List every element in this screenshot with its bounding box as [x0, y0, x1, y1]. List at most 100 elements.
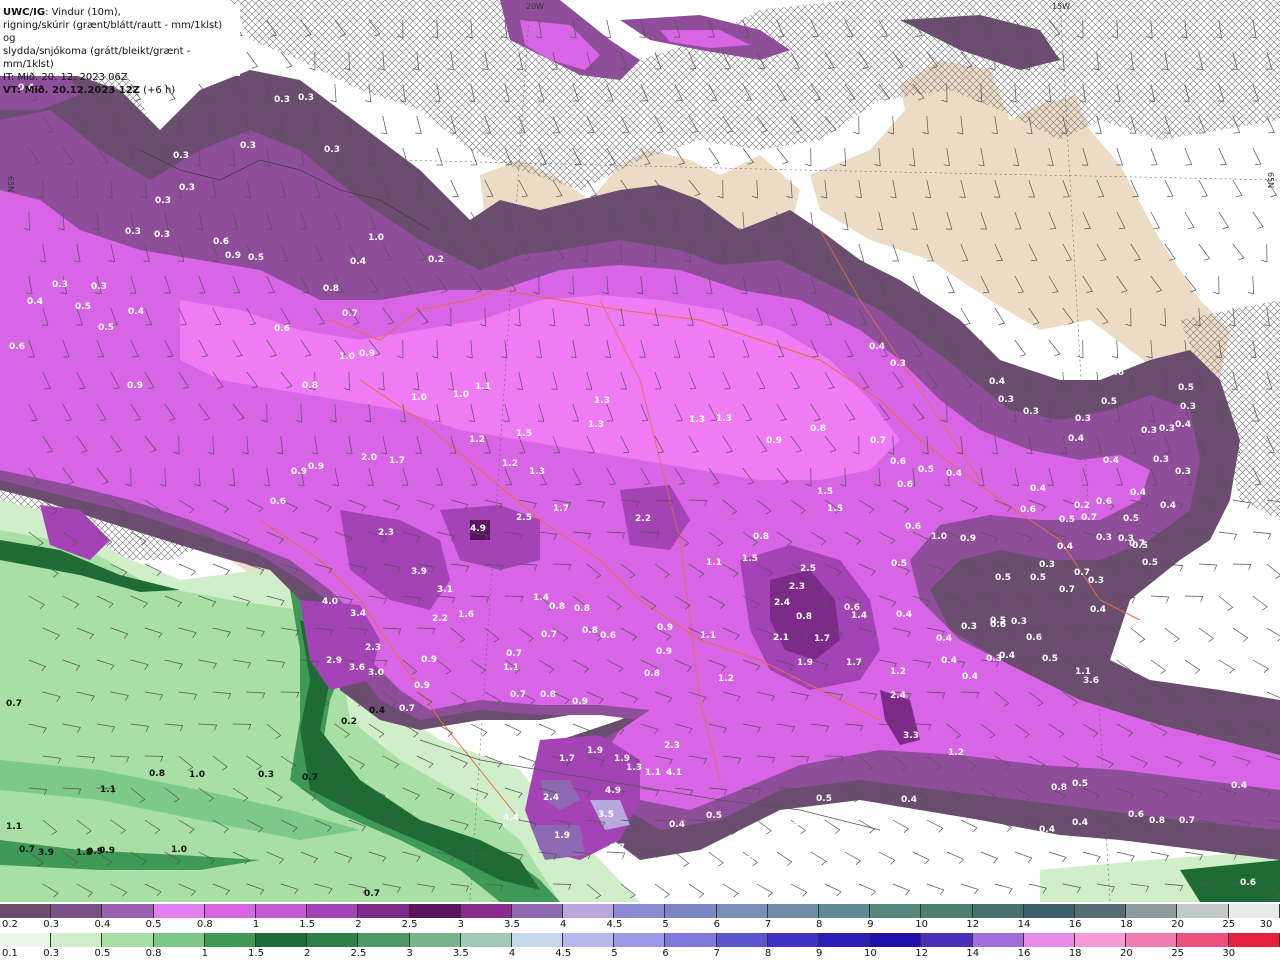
colorbar-tick-label: 2	[304, 948, 311, 959]
precip-value-label: 0.8	[302, 381, 318, 391]
legend-rain-line: rigning/skúrir (grænt/blátt/rautt - mm/1…	[3, 20, 223, 44]
precip-value-label: 0.6	[1128, 810, 1144, 820]
precip-value-label: 0.8	[323, 284, 339, 294]
colorbar-tick-label: 9	[816, 948, 823, 959]
precip-value-label: 0.7	[302, 773, 318, 783]
precip-value-label: 4.4	[503, 813, 519, 823]
precip-value-label: 0.5	[816, 794, 832, 804]
precip-value-label: 0.4	[1130, 488, 1146, 498]
precip-value-label: 0.6	[213, 237, 229, 247]
precip-value-label: 0.9	[225, 251, 241, 261]
precip-value-label: 0.3	[91, 282, 107, 292]
precip-value-label: 0.4	[896, 610, 912, 620]
precip-value-label: 0.5	[1059, 515, 1075, 525]
precip-value-label: 0.6	[1108, 368, 1124, 378]
colorbar-swatch	[819, 933, 871, 947]
precip-value-label: 0.7	[1129, 539, 1145, 549]
precip-value-label: 1.4	[533, 593, 549, 603]
colorbar-swatch	[972, 904, 1024, 918]
colorbar-swatch	[1228, 904, 1280, 918]
precip-value-label: 0.7	[609, 843, 625, 853]
precip-value-label: 4.1	[666, 768, 682, 778]
precip-value-label: 0.3	[179, 183, 195, 193]
precip-value-label: 0.6	[274, 324, 290, 334]
colorbar-tick-label: 25	[1222, 919, 1236, 930]
precip-value-label: 0.4	[1231, 781, 1247, 791]
precip-value-label: 0.7	[342, 309, 358, 319]
precip-value-label: 0.5	[1142, 558, 1158, 568]
precip-value-label: 2.3	[664, 741, 680, 751]
precip-value-label: 3.9	[38, 848, 54, 858]
precip-value-label: 0.9	[291, 467, 307, 477]
precip-value-label: 1.2	[890, 667, 906, 677]
rain-colorbar	[0, 933, 1280, 947]
snow-colorbar-labels: 0.2 0.3 0.4 0.5 0.8 1 1.5 2 2.5 3 3.5 4 4.5 5 6 7 8 9 10 12…	[0, 919, 1280, 933]
colorbar-swatch	[1023, 904, 1075, 918]
colorbar-swatch	[102, 933, 154, 947]
precip-value-label: 0.9	[657, 623, 673, 633]
precip-value-label: 0.7	[19, 845, 35, 855]
colorbar-tick-label: 0.4	[94, 919, 111, 930]
colorbar-swatch	[153, 933, 205, 947]
precip-value-label: 1.1	[6, 822, 22, 832]
colorbar-tick-label: 1	[201, 948, 208, 959]
precip-value-label: 0.9	[766, 436, 782, 446]
precip-value-label: 0.5	[990, 616, 1006, 626]
precip-value-label: 0.8	[540, 690, 556, 700]
precip-value-label: 2.5	[516, 513, 532, 523]
colorbar-tick-label: 30	[1222, 948, 1236, 959]
precip-value-label: 1.3	[588, 420, 604, 430]
precip-value-label: 1.0	[368, 233, 384, 243]
legend-title: : Vindur (10m),	[45, 7, 121, 18]
precip-value-label: 0.8	[574, 604, 590, 614]
map-legend: UWC/IG: Vindur (10m), rigning/skúrir (gr…	[0, 4, 240, 96]
precip-value-label: 0.4	[1090, 605, 1106, 615]
precip-value-label: 1.2	[718, 674, 734, 684]
precip-value-label: 1.9	[797, 658, 813, 668]
precip-value-label: 2.1	[773, 633, 789, 643]
precip-value-label: 2.3	[789, 582, 805, 592]
precip-value-label: 0.8	[810, 424, 826, 434]
colorbar-swatch	[307, 904, 359, 918]
precip-value-label: 0.5	[706, 811, 722, 821]
precip-value-label: 0.7	[510, 690, 526, 700]
precip-value-label: 0.8	[753, 532, 769, 542]
precip-value-label: 1.2	[502, 459, 518, 469]
precip-value-label: 0.3	[1175, 467, 1191, 477]
precip-value-label: 0.9	[960, 534, 976, 544]
precip-value-label: 0.3	[1023, 407, 1039, 417]
precip-value-label: 0.4	[1072, 818, 1088, 828]
precip-value-label: 0.3	[1144, 625, 1160, 635]
colorbar-swatch	[1023, 933, 1075, 947]
precip-value-label: 0.3	[961, 622, 977, 632]
precip-value-label: 0.3	[1153, 455, 1169, 465]
colorbar-swatch	[358, 904, 410, 918]
precip-value-label: 1.1	[475, 382, 491, 392]
colorbar-swatch	[1177, 904, 1229, 918]
precip-value-label: 4.0	[322, 597, 338, 607]
colorbar-tick-label: 0.3	[43, 948, 60, 959]
precip-value-label: 0.6	[890, 457, 906, 467]
precip-value-label: 0.2	[428, 255, 444, 265]
colorbar-tick-label: 16	[1068, 919, 1082, 930]
precip-value-label: 2.4	[890, 691, 906, 701]
precip-value-label: 0.8	[796, 612, 812, 622]
precip-value-label: 0.4	[27, 297, 43, 307]
precip-value-label: 0.3	[52, 280, 68, 290]
precip-value-label: 0.4	[999, 651, 1015, 661]
precip-value-label: 0.9	[99, 846, 115, 856]
precip-value-label: 0.8	[149, 769, 165, 779]
colorbar-swatch	[1228, 933, 1280, 947]
precip-value-label: 0.4	[1030, 484, 1046, 494]
precip-value-label: 0.7	[6, 699, 22, 709]
precip-value-label: 0.7	[870, 436, 886, 446]
precip-value-label: 1.3	[529, 467, 545, 477]
precip-value-label: 1.7	[389, 456, 405, 466]
precip-value-label: 0.9	[359, 349, 375, 359]
precip-value-label: 0.5	[918, 465, 934, 475]
colorbar-tick-label: 0.8	[145, 948, 162, 959]
precip-value-label: 1.0	[931, 532, 947, 542]
precip-value-label: 0.2	[341, 717, 357, 727]
colorbar-tick-label: 0.8	[196, 919, 213, 930]
precip-value-label: 0.7	[399, 704, 415, 714]
